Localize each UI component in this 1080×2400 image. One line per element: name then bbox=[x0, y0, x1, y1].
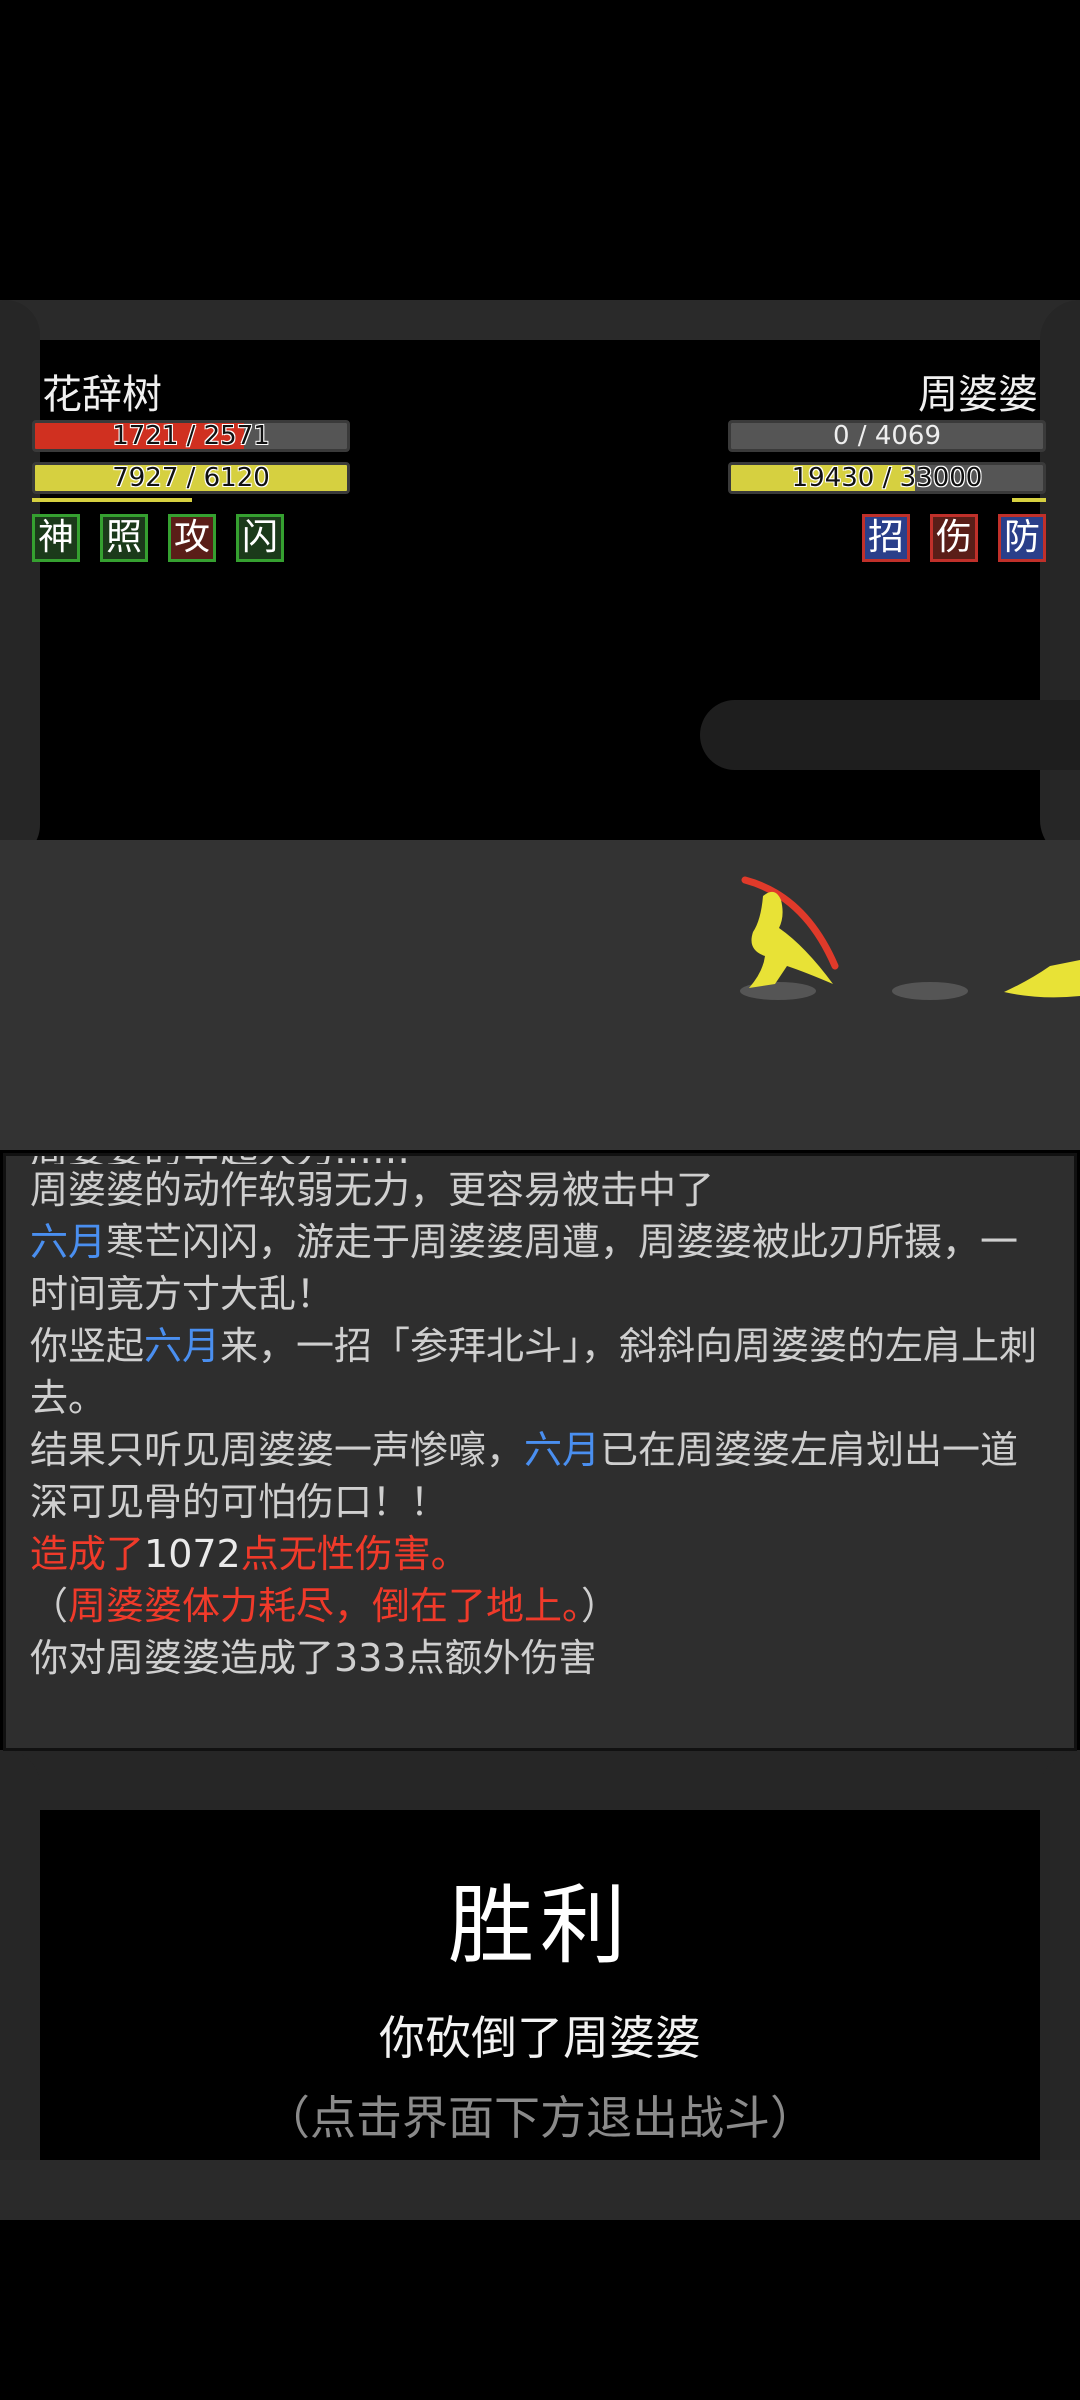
enemy-name: 周婆婆 bbox=[918, 372, 1038, 418]
player-status-shen: 神 bbox=[32, 514, 80, 562]
battle-ground bbox=[0, 840, 1080, 1150]
damage-number: 1072 bbox=[144, 1532, 241, 1576]
enemy-mp-text: 19430 / 33000 bbox=[791, 463, 983, 493]
player-name: 花辞树 bbox=[42, 372, 162, 418]
log-line-3: 你竖起六月来，一招「参拜北斗」，斜斜向周婆婆的左肩上刺去。 bbox=[30, 1324, 1038, 1420]
weapon-name: 六月 bbox=[524, 1428, 601, 1472]
smoke-bottom-right bbox=[1040, 1750, 1080, 2220]
player-mp-bar: 7927 / 6120 bbox=[32, 462, 350, 494]
enemy-charge-bar bbox=[1012, 498, 1046, 502]
player-sprite bbox=[741, 876, 839, 988]
player-hp-bar: 1721 / 2571 bbox=[32, 420, 350, 452]
exit-battle-hint[interactable]: （点击界面下方退出战斗） bbox=[0, 2082, 1080, 2148]
victory-title: 胜利 bbox=[448, 1876, 632, 1976]
enemy-hp-bar: 0 / 4069 bbox=[728, 420, 1046, 452]
log-line-7: 你对周婆婆造成了333点额外伤害 bbox=[30, 1636, 597, 1680]
smoke-top bbox=[0, 300, 1080, 340]
player-status-gong: 攻 bbox=[168, 514, 216, 562]
enemy-status-zhao: 招 bbox=[862, 514, 910, 562]
smoke-bottom-top bbox=[0, 1750, 1080, 1810]
log-line-1: 周婆婆的动作软弱无力，更容易被击中了 bbox=[30, 1168, 715, 1212]
player-status-shan: 闪 bbox=[236, 514, 284, 562]
enemy-sprite bbox=[1004, 960, 1080, 998]
smoke-left bbox=[0, 300, 40, 860]
combat-log[interactable]: 周婆婆的举起大刀…… 周婆婆的动作软弱无力，更容易被击中了 六月寒芒闪闪，游走于… bbox=[3, 1153, 1077, 1751]
weapon-name: 六月 bbox=[144, 1324, 221, 1368]
weapon-name: 六月 bbox=[30, 1220, 107, 1264]
smoke-bottom-left bbox=[0, 1750, 40, 2220]
player-mp-text: 7927 / 6120 bbox=[112, 463, 270, 493]
log-partial-line: 周婆婆的举起大刀…… bbox=[30, 1156, 1050, 1164]
enemy-shadow bbox=[892, 982, 968, 1000]
smoke-streak bbox=[700, 700, 1080, 770]
log-line-2: 六月寒芒闪闪，游走于周婆婆周遭，周婆婆被此刃所摄，一时间竟方寸大乱！ bbox=[30, 1220, 1019, 1316]
enemy-status-shang: 伤 bbox=[930, 514, 978, 562]
log-line-5: 造成了1072点无性伤害。 bbox=[30, 1532, 469, 1576]
smoke-right bbox=[1040, 300, 1080, 860]
player-hp-text: 1721 / 2571 bbox=[112, 421, 270, 451]
enemy-mp-bar: 19430 / 33000 bbox=[728, 462, 1046, 494]
smoke-bottom bbox=[0, 2160, 1080, 2220]
log-line-6: （周婆婆体力耗尽，倒在了地上。） bbox=[30, 1584, 620, 1628]
log-line-4: 结果只听见周婆婆一声惨嚎，六月已在周婆婆左肩划出一道深可见骨的可怕伤口！！ bbox=[30, 1428, 1019, 1524]
enemy-status-fang: 防 bbox=[998, 514, 1046, 562]
player-status-zhao: 照 bbox=[100, 514, 148, 562]
enemy-hp-text: 0 / 4069 bbox=[833, 421, 941, 451]
player-charge-bar bbox=[32, 498, 192, 502]
victory-subtitle: 你砍倒了周婆婆 bbox=[379, 2011, 701, 2065]
